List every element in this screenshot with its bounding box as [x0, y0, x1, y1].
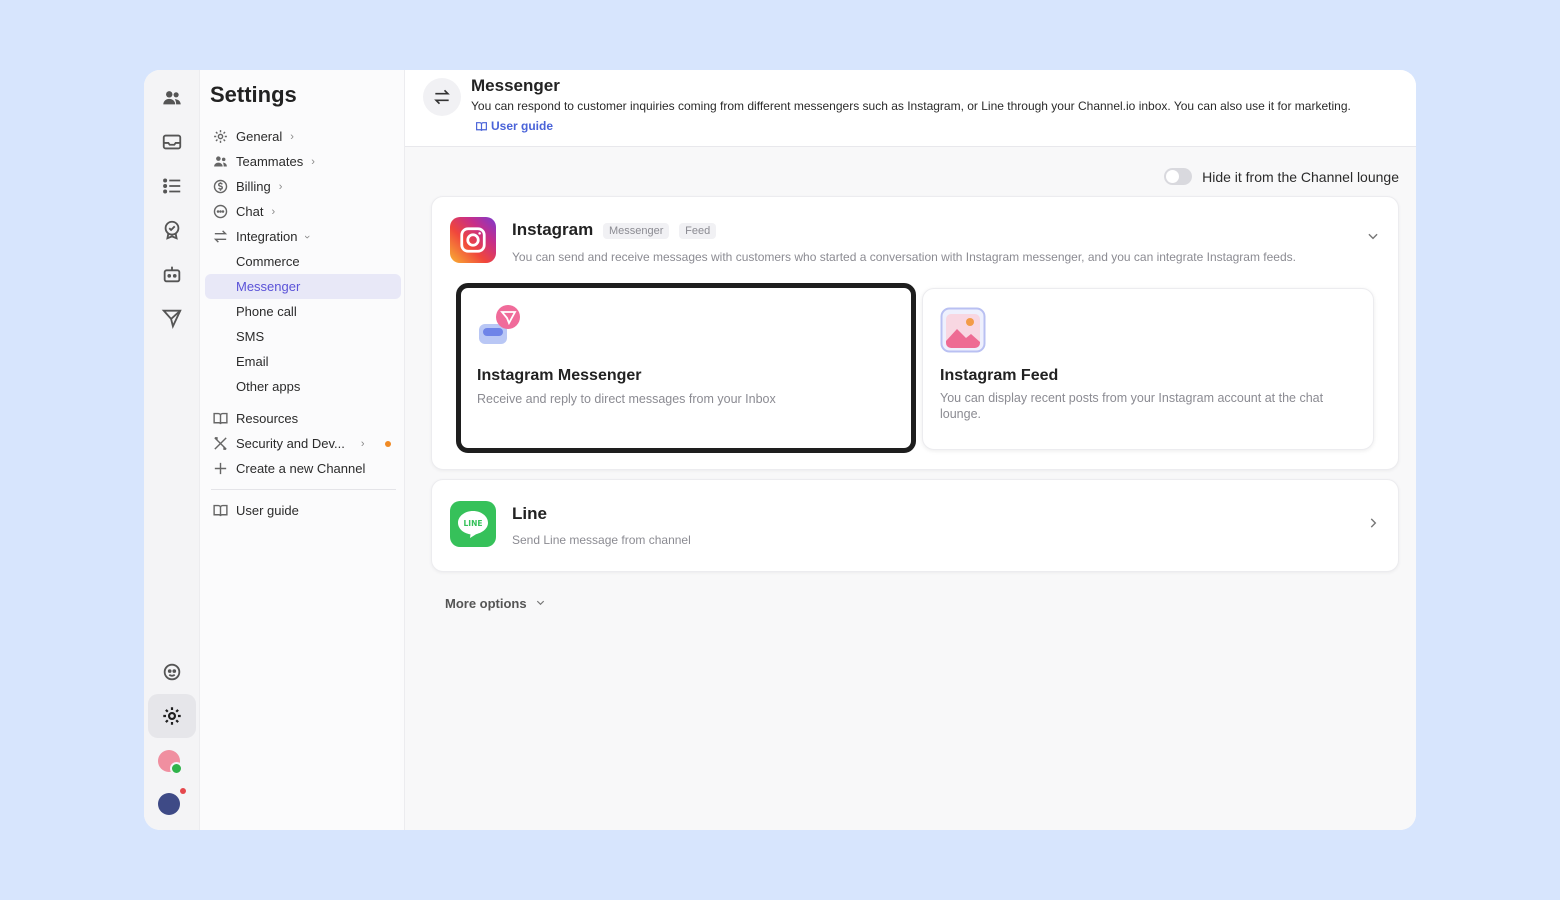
- sidebar-subitem-messenger[interactable]: Messenger: [205, 274, 401, 299]
- hide-lounge-toggle[interactable]: [1164, 168, 1193, 185]
- line-card[interactable]: LINE Line Send Line message from channel: [431, 479, 1399, 572]
- gear-icon: [211, 128, 229, 146]
- divider: [211, 489, 396, 490]
- tag-feed: Feed: [679, 222, 717, 239]
- app-window: Settings General › Teammates › Billing ›…: [144, 70, 1416, 830]
- sidebar-item-billing[interactable]: Billing ›: [205, 174, 401, 199]
- instagram-messenger-option[interactable]: Instagram Messenger Receive and reply to…: [456, 283, 916, 453]
- user-avatar[interactable]: [158, 750, 183, 775]
- sidebar-item-teammates[interactable]: Teammates ›: [205, 149, 401, 174]
- icon-rail: [144, 70, 200, 830]
- instagram-title-row: Instagram Messenger Feed: [512, 220, 717, 240]
- sidebar-item-create-channel[interactable]: Create a new Channel: [205, 456, 401, 481]
- page-title: Messenger: [471, 76, 560, 95]
- messenger-option-description: Receive and reply to direct messages fro…: [477, 392, 776, 406]
- notification-dot: [385, 440, 391, 447]
- instagram-description: You can send and receive messages with c…: [512, 250, 1296, 264]
- chevron-down-icon: [535, 597, 546, 611]
- line-description: Send Line message from channel: [512, 533, 691, 547]
- lounge-toggle-row: Hide it from the Channel lounge: [1164, 168, 1399, 185]
- toggle-label: Hide it from the Channel lounge: [1202, 168, 1399, 185]
- sidebar-title: Settings: [210, 82, 297, 107]
- chevron-right-icon: ›: [290, 130, 294, 143]
- chevron-right-icon: ›: [360, 437, 365, 450]
- feed-option-title: Instagram Feed: [940, 367, 1059, 384]
- sidebar-item-label: Teammates: [236, 154, 304, 169]
- messenger-bubble-icon: [477, 304, 521, 348]
- chevron-right-icon: ›: [271, 205, 276, 218]
- rail-send-icon[interactable]: [148, 298, 196, 338]
- sidebar-item-label: Chat: [236, 204, 264, 219]
- more-options-label: More options: [445, 596, 527, 611]
- sidebar-item-label: Email: [236, 354, 269, 369]
- sidebar-subitem-sms[interactable]: SMS: [205, 324, 401, 349]
- chevron-right-icon: ›: [278, 180, 283, 193]
- instagram-logo-icon: [450, 217, 496, 263]
- sidebar-item-label: Other apps: [236, 379, 301, 394]
- chevron-down-icon: ›: [301, 234, 314, 239]
- sidebar-subitem-email[interactable]: Email: [205, 349, 401, 374]
- chevron-down-icon[interactable]: [1366, 229, 1380, 248]
- page-description: You can respond to customer inquiries co…: [471, 99, 1351, 113]
- instagram-feed-option[interactable]: Instagram Feed You can display recent po…: [922, 288, 1374, 450]
- channel-avatar[interactable]: [158, 788, 186, 815]
- plus-icon: [211, 460, 229, 478]
- rail-people-icon[interactable]: [148, 78, 196, 118]
- line-title: Line: [512, 504, 547, 523]
- sidebar-item-label: Create a new Channel: [236, 461, 366, 476]
- sidebar-item-label: Messenger: [236, 279, 301, 294]
- user-guide-label: User guide: [491, 119, 554, 133]
- book-icon: [211, 502, 229, 520]
- sidebar-item-label: Resources: [236, 411, 299, 426]
- book-icon: [211, 410, 229, 428]
- rail-list-icon[interactable]: [148, 166, 196, 206]
- image-gallery-icon: [940, 307, 986, 353]
- line-logo-text: LINE: [464, 519, 483, 528]
- sidebar-item-label: Phone call: [236, 304, 297, 319]
- settings-sidebar: Settings General › Teammates › Billing ›…: [200, 70, 405, 830]
- page-header: Messenger You can respond to customer in…: [405, 70, 1416, 147]
- sidebar-item-resources[interactable]: Resources: [205, 406, 401, 431]
- line-logo-icon: LINE: [450, 501, 496, 547]
- user-guide-link[interactable]: User guide: [475, 119, 553, 133]
- tools-icon: [211, 435, 229, 453]
- sidebar-item-label: User guide: [236, 503, 299, 518]
- rail-inbox-icon[interactable]: [148, 122, 196, 162]
- messenger-option-title: Instagram Messenger: [477, 367, 642, 384]
- rail-settings-icon[interactable]: [148, 694, 196, 738]
- sidebar-item-general[interactable]: General ›: [205, 124, 401, 149]
- instagram-card: Instagram Messenger Feed You can send an…: [431, 196, 1399, 470]
- chevron-right-icon: ›: [311, 155, 315, 168]
- feed-option-description: You can display recent posts from your I…: [940, 391, 1324, 422]
- dollar-icon: [211, 178, 229, 196]
- tag-messenger: Messenger: [602, 222, 670, 239]
- more-options-button[interactable]: More options: [445, 596, 546, 611]
- sidebar-item-chat[interactable]: Chat ›: [205, 199, 401, 224]
- sidebar-item-label: General: [236, 129, 283, 144]
- sidebar-item-label: Commerce: [236, 254, 300, 269]
- instagram-title: Instagram: [512, 220, 594, 239]
- sidebar-subitem-commerce[interactable]: Commerce: [205, 249, 401, 274]
- chevron-right-icon[interactable]: [1366, 516, 1380, 535]
- settings-nav: General › Teammates › Billing › Chat › I…: [205, 124, 401, 523]
- sidebar-item-user-guide[interactable]: User guide: [205, 498, 401, 523]
- swap-arrows-icon: [211, 228, 229, 246]
- sidebar-subitem-phone-call[interactable]: Phone call: [205, 299, 401, 324]
- people-icon: [211, 153, 229, 171]
- sidebar-subitem-other-apps[interactable]: Other apps: [205, 374, 401, 399]
- rail-badge-check-icon[interactable]: [148, 210, 196, 250]
- rail-help-chat-icon[interactable]: [148, 652, 196, 692]
- book-icon: [476, 121, 487, 131]
- sidebar-item-integration[interactable]: Integration ›: [205, 224, 401, 249]
- sidebar-item-label: Security and Dev...: [236, 436, 345, 451]
- sidebar-item-label: Billing: [236, 179, 271, 194]
- rail-bot-icon[interactable]: [148, 254, 196, 294]
- sidebar-item-label: SMS: [236, 329, 265, 344]
- chat-icon: [211, 203, 229, 221]
- sidebar-item-security[interactable]: Security and Dev... ›: [205, 431, 401, 456]
- swap-arrows-icon: [423, 78, 461, 116]
- sidebar-item-label: Integration: [236, 229, 298, 244]
- main-content: Messenger You can respond to customer in…: [405, 70, 1416, 830]
